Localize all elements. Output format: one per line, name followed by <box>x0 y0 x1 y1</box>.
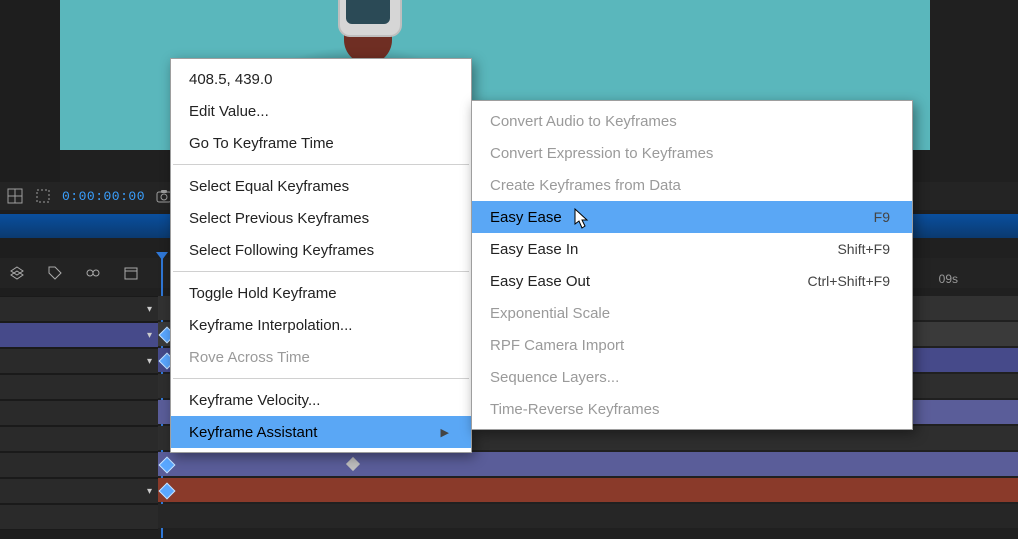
menu-separator <box>173 271 469 272</box>
layer-header[interactable] <box>0 452 158 478</box>
submenu-sequence: Sequence Layers... <box>472 361 912 393</box>
menu-rove: Rove Across Time <box>171 341 471 373</box>
keyframe-diamond[interactable] <box>159 483 176 500</box>
mask-icon[interactable] <box>34 187 52 205</box>
shortcut-label: Ctrl+Shift+F9 <box>808 273 890 289</box>
app-window: 0:00:00:00 09s ▾ ▾ ▾ <box>0 0 1018 539</box>
keyframe-context-menu: 408.5, 439.0 Edit Value... Go To Keyfram… <box>170 58 472 453</box>
layer-header[interactable] <box>0 426 158 452</box>
layers-icon[interactable] <box>8 264 26 282</box>
menu-velocity[interactable]: Keyframe Velocity... <box>171 384 471 416</box>
menu-edit-value[interactable]: Edit Value... <box>171 95 471 127</box>
submenu-convert-expression: Convert Expression to Keyframes <box>472 137 912 169</box>
menu-select-equal[interactable]: Select Equal Keyframes <box>171 170 471 202</box>
submenu-time-reverse: Time-Reverse Keyframes <box>472 393 912 425</box>
chevron-down-icon: ▾ <box>147 486 152 497</box>
menu-separator <box>173 164 469 165</box>
menu-toggle-hold[interactable]: Toggle Hold Keyframe <box>171 277 471 309</box>
submenu-easy-ease-in[interactable]: Easy Ease In Shift+F9 <box>472 233 912 265</box>
layer-header[interactable] <box>0 504 158 530</box>
track-row[interactable] <box>158 452 1018 476</box>
shortcut-label: Shift+F9 <box>837 241 890 257</box>
keyframe-assistant-submenu: Convert Audio to Keyframes Convert Expre… <box>471 100 913 430</box>
menu-keyframe-assistant[interactable]: Keyframe Assistant ▶ <box>171 416 471 448</box>
chevron-down-icon: ▾ <box>147 356 152 367</box>
grid-icon[interactable] <box>6 187 24 205</box>
track-row[interactable] <box>158 478 1018 502</box>
submenu-exponential: Exponential Scale <box>472 297 912 329</box>
time-ruler-tick: 09s <box>939 272 958 286</box>
keyframe-diamond[interactable] <box>159 457 176 474</box>
submenu-easy-ease[interactable]: Easy Ease F9 <box>472 201 912 233</box>
submenu-create-from-data: Create Keyframes from Data <box>472 169 912 201</box>
layer-header[interactable]: ▾ <box>0 478 158 504</box>
submenu-convert-audio: Convert Audio to Keyframes <box>472 105 912 137</box>
submenu-rpf: RPF Camera Import <box>472 329 912 361</box>
layer-header[interactable] <box>0 374 158 400</box>
track-row[interactable] <box>158 504 1018 528</box>
tag-icon[interactable] <box>46 264 64 282</box>
watch-graphic <box>328 0 408 64</box>
submenu-easy-ease-out[interactable]: Easy Ease Out Ctrl+Shift+F9 <box>472 265 912 297</box>
shortcut-label: F9 <box>874 209 890 225</box>
chevron-down-icon: ▾ <box>147 304 152 315</box>
menu-select-following[interactable]: Select Following Keyframes <box>171 234 471 266</box>
submenu-arrow-icon: ▶ <box>441 426 449 439</box>
layer-header[interactable]: ▾ <box>0 348 158 374</box>
menu-separator <box>173 378 469 379</box>
chevron-down-icon: ▾ <box>147 330 152 341</box>
keyframe-diamond[interactable] <box>346 457 360 471</box>
menu-goto-keyframe-time[interactable]: Go To Keyframe Time <box>171 127 471 159</box>
current-timecode[interactable]: 0:00:00:00 <box>62 189 145 204</box>
calendar-icon[interactable] <box>122 264 140 282</box>
menu-interpolation[interactable]: Keyframe Interpolation... <box>171 309 471 341</box>
link-icon[interactable] <box>84 264 102 282</box>
layer-header[interactable]: ▾ <box>0 296 158 322</box>
menu-select-previous[interactable]: Select Previous Keyframes <box>171 202 471 234</box>
layer-header[interactable]: ▾ <box>0 322 158 348</box>
menu-value-readout[interactable]: 408.5, 439.0 <box>171 63 471 95</box>
layer-header[interactable] <box>0 400 158 426</box>
